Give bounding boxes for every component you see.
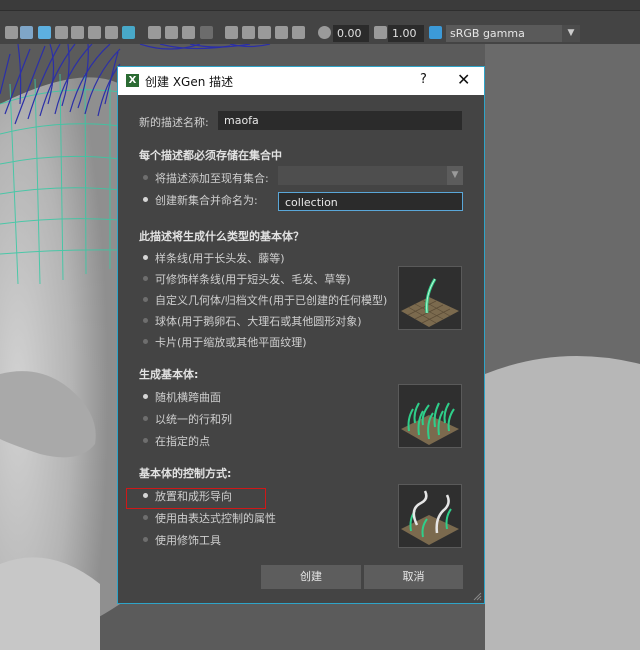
create-new-collection-radio[interactable] xyxy=(143,197,148,202)
aa-icon[interactable] xyxy=(200,26,213,39)
generate-preview-image xyxy=(398,384,462,448)
control-radio-groom-tools[interactable] xyxy=(143,537,148,542)
xray-active-icon[interactable] xyxy=(275,26,288,39)
create-button[interactable]: 创建 xyxy=(261,565,361,589)
gamma-icon[interactable] xyxy=(374,26,387,39)
collection-name-input[interactable]: collection xyxy=(278,192,463,211)
primitive-radio-groomable-splines[interactable] xyxy=(143,276,148,281)
generate-radio-random[interactable] xyxy=(143,394,148,399)
bounding-box-icon[interactable] xyxy=(292,26,305,39)
control-radio-expressions[interactable] xyxy=(143,515,148,520)
generate-option-label: 以统一的行和列 xyxy=(155,413,232,426)
annotation-highlight-box xyxy=(126,488,266,509)
dialog-title: 创建 XGen 描述 xyxy=(145,75,234,89)
description-name-label: 新的描述名称: xyxy=(139,116,209,129)
primitive-option-label: 可修饰样条线(用于短头发、毛发、草等) xyxy=(155,273,351,286)
collection-section-heading: 每个描述都必须存储在集合中 xyxy=(139,149,282,162)
control-option-label: 使用由表达式控制的属性 xyxy=(155,512,276,525)
xray-joints-icon[interactable] xyxy=(258,26,271,39)
primitive-radio-splines[interactable] xyxy=(143,255,148,260)
shadow-icon[interactable] xyxy=(122,26,135,39)
xray-icon[interactable] xyxy=(242,26,255,39)
generate-option-label: 随机横跨曲面 xyxy=(155,391,221,404)
control-section-heading: 基本体的控制方式: xyxy=(139,467,232,480)
resize-grip-icon[interactable] xyxy=(472,591,482,601)
generate-section-heading: 生成基本体: xyxy=(139,368,199,381)
motion-blur-icon[interactable] xyxy=(182,26,195,39)
generate-radio-points[interactable] xyxy=(143,438,148,443)
toolbar-top-strip xyxy=(0,0,640,11)
colorspace-value: sRGB gamma xyxy=(450,27,525,40)
tool-icon[interactable] xyxy=(5,26,18,39)
shading-icon[interactable] xyxy=(55,26,68,39)
primitive-preview-image xyxy=(398,266,462,330)
primitive-option-label: 球体(用于鹅卵石、大理石或其他圆形对象) xyxy=(155,315,362,328)
ao-icon[interactable] xyxy=(165,26,178,39)
cube-icon[interactable] xyxy=(38,26,51,39)
add-existing-collection-radio[interactable] xyxy=(143,175,148,180)
primitive-option-label: 自定义几何体/归档文件(用于已创建的任何模型) xyxy=(155,294,388,307)
primitive-section-heading: 此描述将生成什么类型的基本体？ xyxy=(139,230,304,243)
light-icon[interactable] xyxy=(105,26,118,39)
viewport-toolbar: 0.00 1.00 sRGB gamma ▼ xyxy=(0,0,640,44)
dialog-titlebar[interactable]: X 创建 XGen 描述 ? ✕ xyxy=(118,67,484,95)
primitive-option-label: 卡片(用于缩放或其他平面纹理) xyxy=(155,336,307,349)
generate-radio-uniform[interactable] xyxy=(143,416,148,421)
chevron-down-icon: ▼ xyxy=(447,166,463,185)
primitive-option-label: 样条线(用于长头发、藤等) xyxy=(155,252,285,265)
primitive-radio-custom-geometry[interactable] xyxy=(143,297,148,302)
gamma-field[interactable]: 1.00 xyxy=(388,25,424,42)
add-existing-collection-label: 将描述添加至现有集合: xyxy=(155,172,269,185)
primitive-radio-spheres[interactable] xyxy=(143,318,148,323)
tool-icon[interactable] xyxy=(20,26,33,39)
primitive-radio-cards[interactable] xyxy=(143,339,148,344)
sphere-icon[interactable] xyxy=(148,26,161,39)
xgen-app-icon: X xyxy=(126,74,139,87)
description-name-input[interactable]: maofa xyxy=(218,111,462,130)
exposure-icon[interactable] xyxy=(318,26,331,39)
cancel-button[interactable]: 取消 xyxy=(364,565,463,589)
cube-wire-icon[interactable] xyxy=(71,26,84,39)
close-button[interactable]: ✕ xyxy=(457,70,470,89)
create-new-collection-label: 创建新集合并命名为: xyxy=(155,194,258,207)
colorspace-dropdown[interactable]: sRGB gamma ▼ xyxy=(446,25,580,42)
generate-option-label: 在指定的点 xyxy=(155,435,210,448)
chevron-down-icon: ▼ xyxy=(562,25,580,42)
exposure-field[interactable]: 0.00 xyxy=(333,25,369,42)
existing-collection-dropdown[interactable]: ▼ xyxy=(278,166,463,185)
control-option-label: 使用修饰工具 xyxy=(155,534,221,547)
texture-icon[interactable] xyxy=(88,26,101,39)
create-xgen-description-dialog: X 创建 XGen 描述 ? ✕ 新的描述名称: maofa 每个描述都必须存储… xyxy=(117,66,485,604)
color-management-icon[interactable] xyxy=(429,26,442,39)
control-preview-image xyxy=(398,484,462,548)
isolate-icon[interactable] xyxy=(225,26,238,39)
help-button[interactable]: ? xyxy=(420,72,427,87)
